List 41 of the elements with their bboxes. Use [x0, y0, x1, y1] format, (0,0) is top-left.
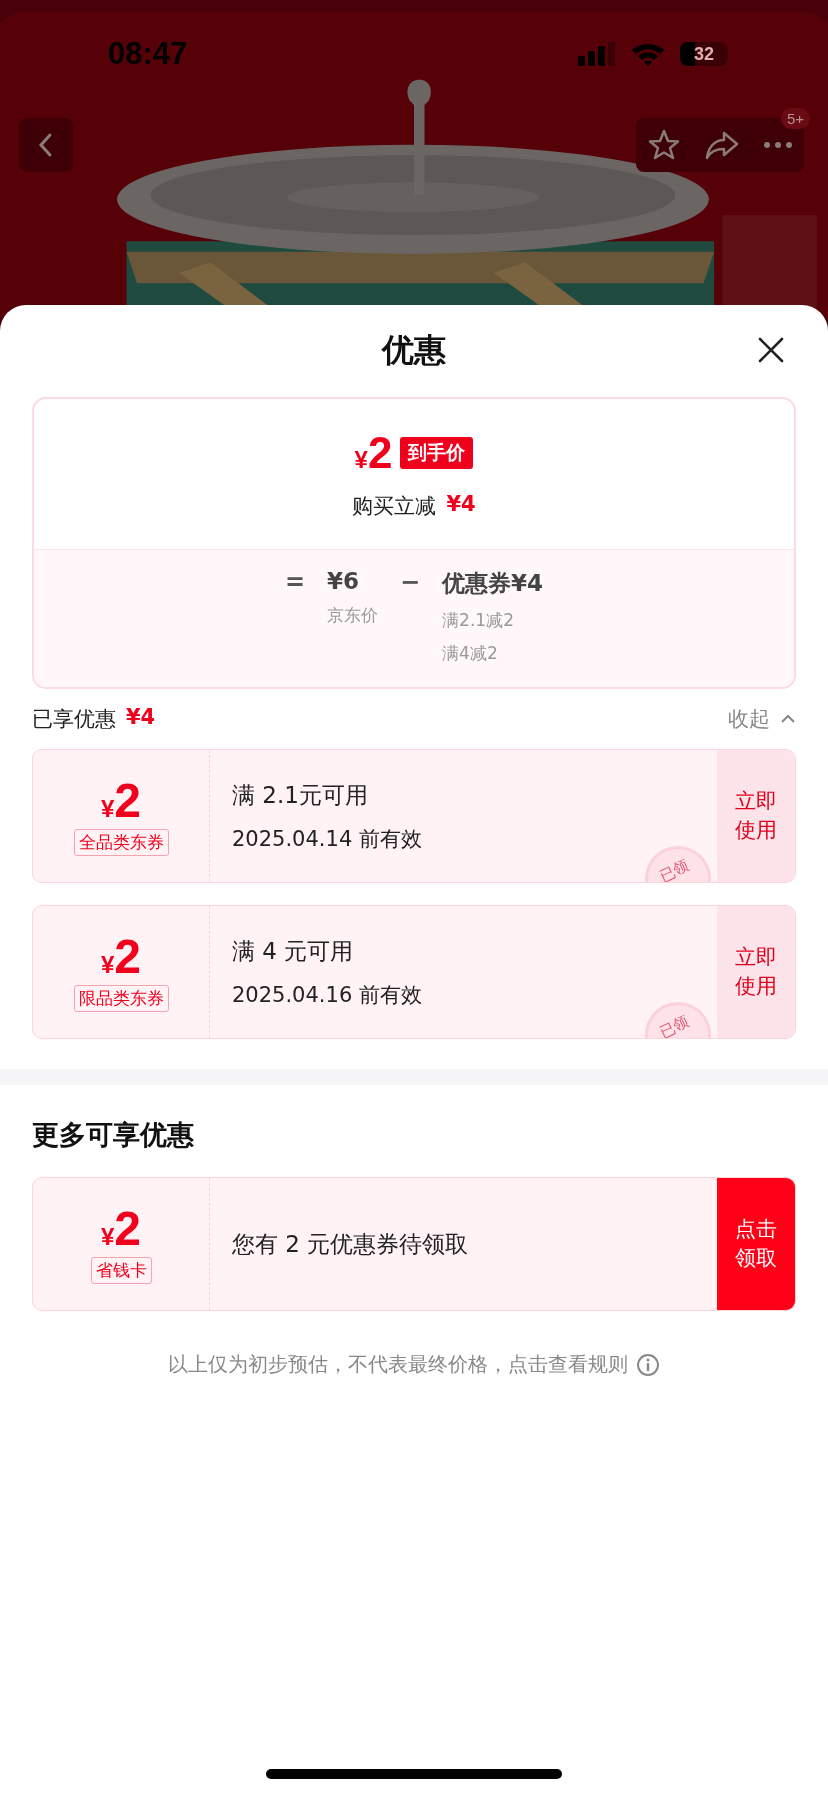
price-tag: 到手价 [400, 437, 474, 469]
enjoyed-discount-label: 已享优惠 [32, 706, 116, 733]
sheet-title: 优惠 [382, 330, 446, 371]
disclaimer-link[interactable]: 以上仅为初步预估，不代表最终价格，点击查看规则 [168, 1351, 628, 1378]
collapse-toggle[interactable]: 收起 [728, 705, 796, 733]
coupon-validity: 2025.04.14 前有效 [232, 825, 423, 853]
coupon-amount: ¥2 [100, 932, 142, 981]
battery-icon: 32 [680, 42, 728, 66]
coupon-type-tag: 全品类东券 [73, 828, 169, 856]
back-button[interactable] [19, 118, 73, 172]
instant-cut-label: 购买立减 [352, 493, 437, 520]
minus-sign: − [400, 568, 421, 598]
coupon-action-button[interactable]: 点击领取 [717, 1178, 795, 1310]
base-price-label: 京东价 [327, 604, 378, 627]
wifi-icon [630, 41, 666, 67]
coupon-amount: ¥2 [100, 1204, 142, 1253]
coupon-discount: 优惠券¥4 [442, 569, 544, 598]
equals-sign: = [284, 568, 305, 598]
coupon-condition: 您有 2 元优惠券待领取 [232, 1229, 470, 1259]
coupon-condition: 满 4 元可用 [232, 936, 355, 966]
enjoyed-discount-amount: ¥4 [126, 705, 156, 731]
signal-icon [578, 42, 616, 66]
base-price: ¥6 [327, 568, 360, 594]
info-icon[interactable] [636, 1352, 660, 1377]
coupon-type-tag: 省钱卡 [90, 1256, 152, 1284]
coupon-amount: ¥2 [100, 776, 142, 825]
coupon-action-button[interactable]: 立即使用 [717, 906, 795, 1038]
instant-cut-amount: ¥4 [446, 492, 476, 518]
more-icon[interactable] [762, 140, 793, 150]
close-button[interactable] [758, 337, 786, 365]
coupon-action-button[interactable]: 立即使用 [717, 750, 795, 882]
discount-rule: 满4减2 [442, 642, 499, 665]
coupon-validity: 2025.04.16 前有效 [232, 981, 423, 1009]
chevron-icon[interactable] [780, 714, 796, 724]
discount-rule: 满2.1减2 [442, 609, 515, 632]
final-price: ¥2 [354, 428, 393, 478]
status-time: 08:47 [108, 36, 188, 72]
star-icon[interactable] [647, 128, 682, 162]
coupon-condition: 满 2.1元可用 [232, 780, 369, 810]
coupon-type-tag: 限品类东券 [73, 984, 169, 1012]
section-title: 更多可享优惠 [32, 1118, 195, 1152]
